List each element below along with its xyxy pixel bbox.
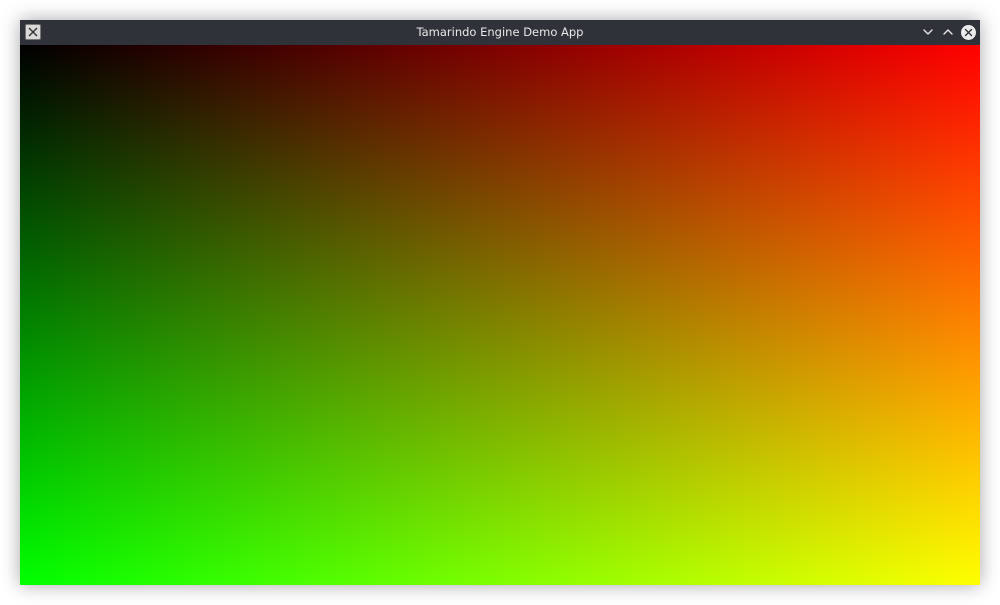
maximize-button[interactable]: [940, 24, 956, 40]
render-viewport[interactable]: [20, 45, 980, 585]
minimize-button[interactable]: [920, 24, 936, 40]
app-window: Tamarindo Engine Demo App: [20, 20, 980, 585]
chevron-up-icon: [942, 23, 954, 42]
close-icon: [960, 24, 976, 40]
close-button[interactable]: [960, 24, 976, 40]
chevron-down-icon: [922, 23, 934, 42]
title-bar[interactable]: Tamarindo Engine Demo App: [20, 20, 980, 46]
gradient-canvas: [20, 45, 980, 585]
window-title: Tamarindo Engine Demo App: [416, 25, 584, 39]
